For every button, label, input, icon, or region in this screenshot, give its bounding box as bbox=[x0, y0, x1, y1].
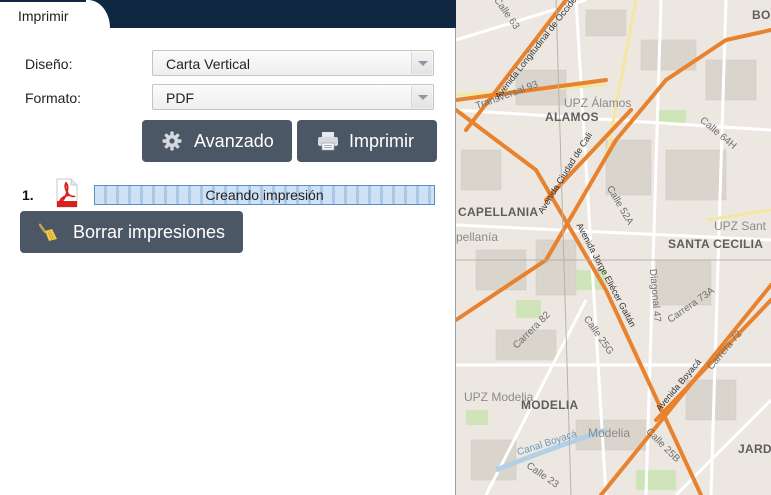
map-place-label: pellanía bbox=[456, 230, 499, 244]
tab-print[interactable]: Imprimir bbox=[0, 2, 102, 28]
advanced-button[interactable]: Avanzado bbox=[142, 120, 292, 162]
map-area-label: ALAMOS bbox=[545, 110, 599, 124]
gear-icon bbox=[162, 131, 182, 151]
format-select[interactable]: PDF bbox=[152, 84, 434, 110]
print-progress-bar: Creando impresión bbox=[94, 185, 435, 205]
print-status-text: Creando impresión bbox=[205, 187, 324, 203]
print-panel: Imprimir Diseño: Carta Vertical Formato:… bbox=[0, 0, 456, 495]
print-button-label: Imprimir bbox=[349, 130, 414, 151]
clear-prints-button[interactable]: Borrar impresiones bbox=[20, 211, 243, 253]
map-upz-label: UPZ Modelia bbox=[464, 390, 534, 404]
panel-tab-bar: Imprimir bbox=[0, 0, 456, 28]
pdf-file-icon[interactable] bbox=[55, 178, 79, 208]
format-label: Formato: bbox=[25, 90, 82, 106]
map-place-label: Modelia bbox=[588, 426, 631, 440]
broom-icon bbox=[38, 222, 59, 242]
layout-select-value: Carta Vertical bbox=[166, 56, 251, 72]
map-upz-label: UPZ Álamos bbox=[564, 96, 632, 110]
advanced-button-label: Avanzado bbox=[194, 130, 274, 151]
map-area-label: SANTA CECILIA bbox=[668, 237, 764, 251]
job-index: 1. bbox=[22, 187, 34, 203]
layout-select[interactable]: Carta Vertical bbox=[152, 50, 434, 76]
layout-label: Diseño: bbox=[25, 56, 73, 72]
format-select-value: PDF bbox=[166, 90, 194, 106]
clear-prints-button-label: Borrar impresiones bbox=[73, 221, 226, 242]
map-upz-label: UPZ Sant bbox=[714, 219, 767, 233]
map-area-label: BO bbox=[752, 8, 771, 22]
print-button[interactable]: Imprimir bbox=[297, 120, 437, 162]
chevron-down-icon[interactable] bbox=[411, 86, 432, 108]
map-area-label: CAPELLANIA bbox=[458, 205, 539, 219]
map-area-label: JARD bbox=[738, 442, 771, 456]
map-view[interactable]: BO ALAMOS CAPELLANIA SANTA CECILIA MODEL… bbox=[456, 0, 771, 495]
chevron-down-icon[interactable] bbox=[411, 52, 432, 74]
printer-icon bbox=[317, 131, 339, 151]
